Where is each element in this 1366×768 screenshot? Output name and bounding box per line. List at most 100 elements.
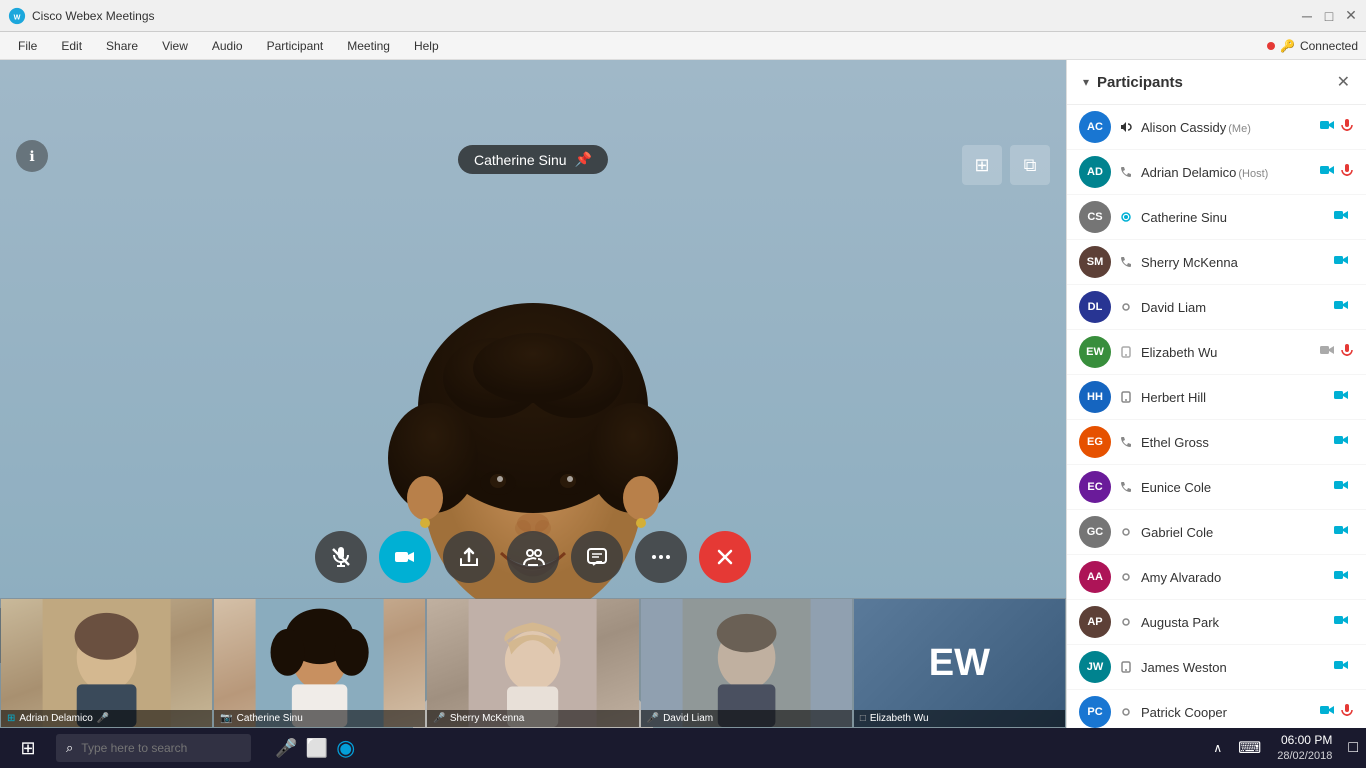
- participant-avatar: HH: [1079, 381, 1111, 413]
- participant-name: Gabriel Cole: [1141, 525, 1325, 540]
- participant-audio-status: [1119, 165, 1133, 179]
- participant-row[interactable]: DL David Liam: [1067, 285, 1366, 330]
- participant-audio-status: [1119, 210, 1133, 224]
- participant-row[interactable]: AC Alison Cassidy(Me): [1067, 105, 1366, 150]
- menu-participant[interactable]: Participant: [257, 35, 334, 57]
- info-button[interactable]: ℹ: [16, 140, 48, 172]
- participant-name: Adrian Delamico(Host): [1141, 165, 1311, 180]
- participant-controls: [1319, 118, 1354, 137]
- participant-row[interactable]: JW James Weston: [1067, 645, 1366, 690]
- menu-view[interactable]: View: [152, 35, 198, 57]
- participant-row[interactable]: CS Catherine Sinu: [1067, 195, 1366, 240]
- participant-video-icon: [1319, 118, 1335, 136]
- participant-video-icon: [1333, 658, 1349, 676]
- thumb-mute-icon-adrian: 🎤: [97, 713, 109, 724]
- video-button[interactable]: [379, 531, 431, 583]
- screen-share-button[interactable]: ⧉: [1010, 145, 1050, 185]
- panel-close-button[interactable]: ✕: [1337, 72, 1350, 92]
- participant-row[interactable]: PC Patrick Cooper: [1067, 690, 1366, 728]
- thumbnail-label-david: 🎤 David Liam: [641, 710, 852, 727]
- participant-name: Ethel Gross: [1141, 435, 1325, 450]
- participant-controls: [1319, 343, 1354, 362]
- search-input[interactable]: [81, 741, 241, 755]
- top-right-controls: ⊞ ⧉: [962, 145, 1050, 185]
- thumbnail-catherine[interactable]: 📷 Catherine Sinu: [213, 598, 426, 728]
- participant-controls: [1333, 568, 1354, 586]
- thumbnail-adrian[interactable]: ⊞ Adrian Delamico 🎤: [0, 598, 213, 728]
- end-call-button[interactable]: [699, 531, 751, 583]
- menu-help[interactable]: Help: [404, 35, 449, 57]
- participant-name: Amy Alvarado: [1141, 570, 1325, 585]
- minimize-button[interactable]: ─: [1300, 9, 1314, 23]
- notification-icon[interactable]: □: [1348, 739, 1358, 757]
- participant-row[interactable]: EC Eunice Cole: [1067, 465, 1366, 510]
- search-bar[interactable]: ⌕: [56, 734, 251, 762]
- participant-avatar: AA: [1079, 561, 1111, 593]
- system-tray-up-icon[interactable]: ∧: [1213, 741, 1222, 755]
- thumbnail-sherry[interactable]: 🎤 Sherry McKenna: [426, 598, 639, 728]
- participant-audio-status: [1119, 480, 1133, 494]
- participants-panel: ▾ Participants ✕ AC Alison Cassidy(Me) A…: [1066, 60, 1366, 728]
- participant-controls: [1333, 298, 1354, 316]
- participant-video-icon: [1319, 163, 1335, 181]
- ew-initials: EW: [929, 642, 990, 685]
- participant-controls: [1333, 523, 1354, 541]
- app-title: W Cisco Webex Meetings: [8, 7, 1292, 25]
- window-controls: ─ □ ✕: [1300, 9, 1358, 23]
- menu-share[interactable]: Share: [96, 35, 148, 57]
- participant-avatar: AP: [1079, 606, 1111, 638]
- panel-chevron-icon: ▾: [1083, 75, 1089, 89]
- chat-button[interactable]: [571, 531, 623, 583]
- network-icon: ◉: [336, 735, 355, 761]
- participant-video-icon: [1333, 208, 1349, 226]
- participant-audio-status: [1119, 390, 1133, 404]
- menu-edit[interactable]: Edit: [51, 35, 92, 57]
- thumbnail-label-sherry: 🎤 Sherry McKenna: [427, 710, 638, 727]
- participant-name: Sherry McKenna: [1141, 255, 1325, 270]
- participant-avatar: SM: [1079, 246, 1111, 278]
- thumb-video-icon-catherine: 📷: [220, 713, 232, 724]
- start-button[interactable]: ⊞: [8, 728, 48, 768]
- participant-audio-status: [1119, 705, 1133, 719]
- menu-file[interactable]: File: [8, 35, 47, 57]
- participant-row[interactable]: SM Sherry McKenna: [1067, 240, 1366, 285]
- participant-row[interactable]: EW Elizabeth Wu: [1067, 330, 1366, 375]
- menu-meeting[interactable]: Meeting: [337, 35, 400, 57]
- participant-mic-icon: [1340, 118, 1354, 137]
- participant-row[interactable]: EG Ethel Gross: [1067, 420, 1366, 465]
- mute-button[interactable]: [315, 531, 367, 583]
- participant-avatar: GC: [1079, 516, 1111, 548]
- thumb-host-icon: ⊞: [7, 713, 15, 724]
- participant-audio-status: [1119, 300, 1133, 314]
- participants-list: AC Alison Cassidy(Me) AD Adrian Delamico…: [1067, 105, 1366, 728]
- share-button[interactable]: [443, 531, 495, 583]
- participant-controls: [1333, 388, 1354, 406]
- participants-button[interactable]: [507, 531, 559, 583]
- participant-row[interactable]: AA Amy Alvarado: [1067, 555, 1366, 600]
- taskbar: ⊞ ⌕ 🎤 ⬜ ◉ ∧ ⌨ 06:00 PM 28/02/2018 □: [0, 728, 1366, 768]
- keyboard-icon: ⌨: [1238, 738, 1261, 758]
- participant-name: Eunice Cole: [1141, 480, 1325, 495]
- participant-audio-status: [1119, 570, 1133, 584]
- close-button[interactable]: ✕: [1344, 9, 1358, 23]
- menu-bar: File Edit Share View Audio Participant M…: [0, 32, 1366, 60]
- more-button[interactable]: [635, 531, 687, 583]
- thumbnail-elizabeth[interactable]: EW □ Elizabeth Wu: [853, 598, 1066, 728]
- participant-controls: [1333, 208, 1354, 226]
- menu-audio[interactable]: Audio: [202, 35, 253, 57]
- maximize-button[interactable]: □: [1322, 9, 1336, 23]
- participant-video-icon: [1333, 478, 1349, 496]
- thumbnail-label-adrian: ⊞ Adrian Delamico 🎤: [1, 710, 212, 727]
- participant-controls: [1319, 163, 1354, 182]
- participant-avatar: EG: [1079, 426, 1111, 458]
- participant-avatar: JW: [1079, 651, 1111, 683]
- participant-row[interactable]: AP Augusta Park: [1067, 600, 1366, 645]
- participant-audio-status: [1119, 345, 1133, 359]
- thumbnail-david[interactable]: 🎤 David Liam: [640, 598, 853, 728]
- layout-button[interactable]: ⊞: [962, 145, 1002, 185]
- thumb-audio-icon-david: 🎤: [647, 713, 659, 724]
- svg-text:W: W: [14, 12, 21, 21]
- participant-row[interactable]: GC Gabriel Cole: [1067, 510, 1366, 555]
- participant-row[interactable]: AD Adrian Delamico(Host): [1067, 150, 1366, 195]
- participant-row[interactable]: HH Herbert Hill: [1067, 375, 1366, 420]
